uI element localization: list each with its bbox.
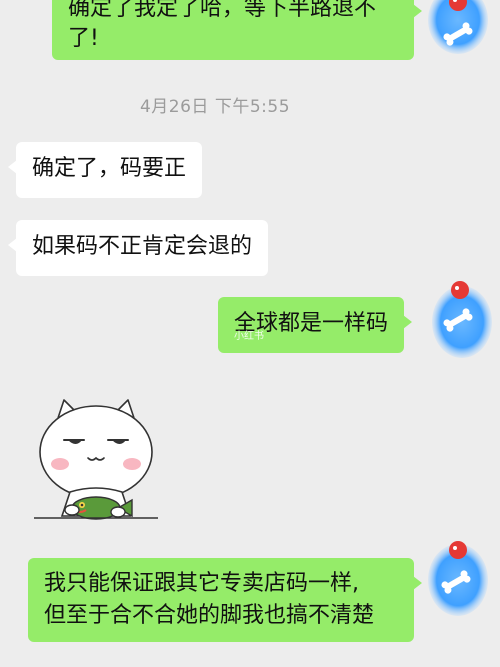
message-text: 如果码不正肯定会退的 — [32, 234, 253, 259]
chat-window: 确定了我定了哈，等下半路退不 了! 4月26日 下午5:55 确定了，码要正 如… — [0, 0, 500, 667]
message-text-line: 但至于合不合她的脚我也搞不清楚 — [44, 603, 375, 628]
message-bubble-incoming[interactable]: 确定了，码要正 — [7, 142, 203, 198]
avatar-self[interactable] — [424, 0, 488, 54]
message-bubble-outgoing[interactable]: 全球都是一样码 — [218, 297, 413, 353]
message-bubble-outgoing[interactable]: 我只能保证跟其它专卖店码一样, 但至于合不合她的脚我也搞不清楚 — [28, 558, 422, 642]
message-bubble-incoming[interactable]: 如果码不正肯定会退的 — [7, 220, 269, 276]
smug-cat-sticker[interactable] — [30, 396, 162, 526]
message-text: 确定了，码要正 — [32, 156, 187, 181]
bone-avatar-icon — [428, 0, 488, 54]
bone-avatar-icon — [432, 281, 492, 358]
message-timestamp: 4月26日 下午5:55 — [139, 97, 291, 117]
avatar-self[interactable] — [424, 538, 488, 616]
message-text-line: 了! — [68, 26, 99, 51]
avatar-self[interactable] — [428, 280, 492, 358]
bone-avatar-icon — [428, 541, 488, 616]
message-bubble-outgoing[interactable]: 确定了我定了哈，等下半路退不 了! — [52, 0, 422, 60]
message-text-line: 我只能保证跟其它专卖店码一样, — [44, 571, 359, 596]
smug-cat-icon — [34, 399, 158, 520]
watermark: 小红书 — [234, 331, 264, 342]
message-text-line: 确定了我定了哈，等下半路退不 — [68, 0, 377, 21]
